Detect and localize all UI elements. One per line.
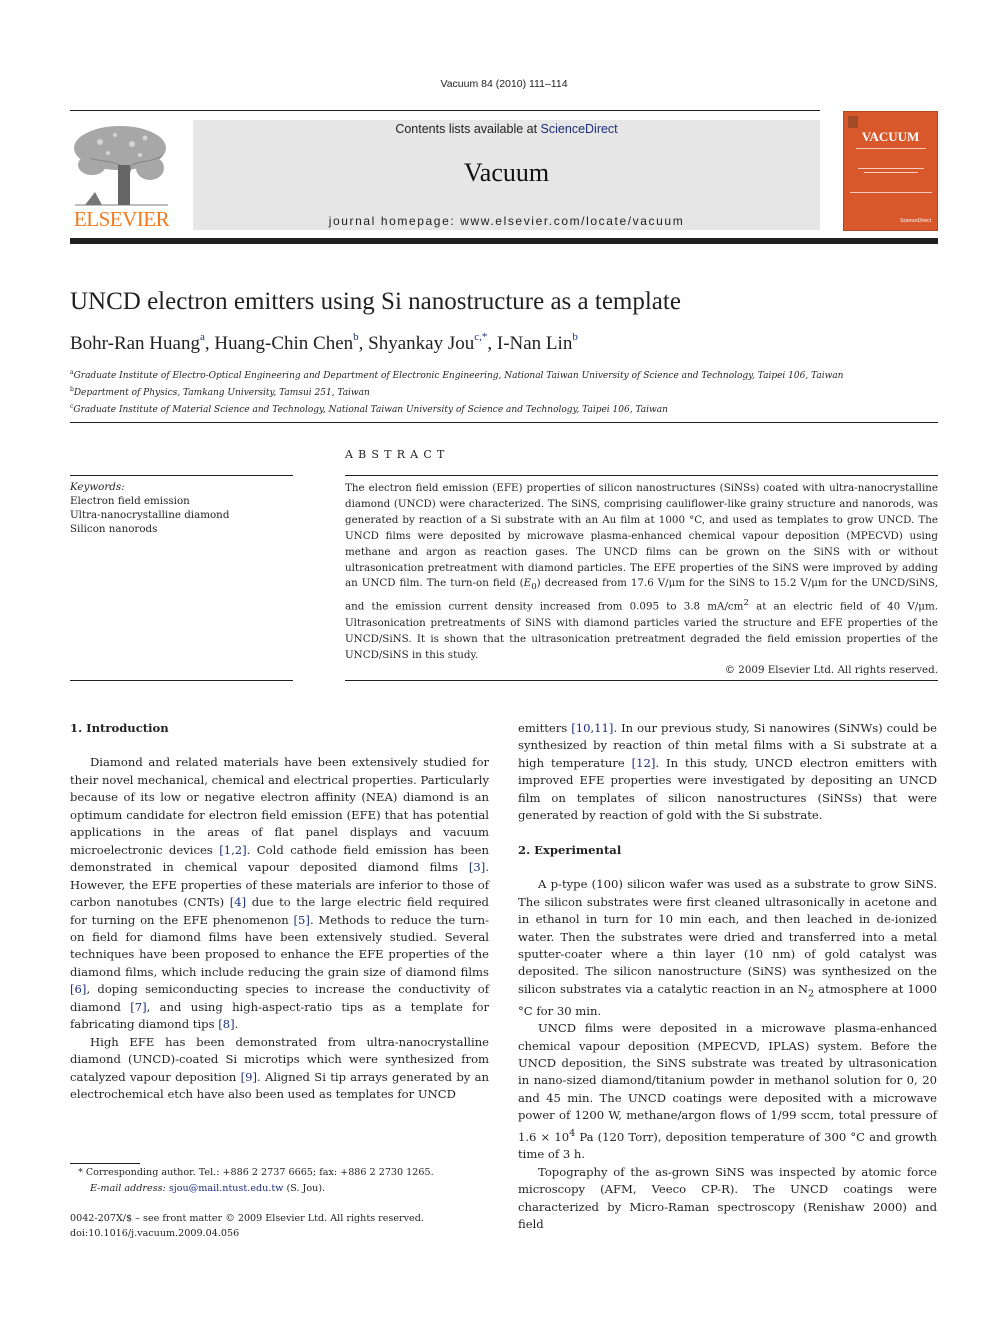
cover-publisher-icon — [848, 116, 858, 128]
article-title: UNCD electron emitters using Si nanostru… — [70, 288, 681, 315]
experimental-paragraph-2: UNCD films were deposited in a microwave… — [518, 1021, 937, 1162]
abstract-copyright: © 2009 Elsevier Ltd. All rights reserved… — [724, 664, 938, 677]
elsevier-wordmark: ELSEVIER — [73, 207, 170, 231]
abstract-body: The electron field emission (EFE) proper… — [345, 481, 938, 679]
keyword: Electron field emission — [70, 495, 190, 507]
email-link[interactable]: sjou@mail.ntust.edu.tw — [169, 1183, 284, 1194]
cover-editors-line — [864, 172, 918, 173]
section-heading-introduction: 1. Introduction — [70, 721, 169, 735]
citation-link[interactable]: [6] — [70, 982, 86, 996]
section-heading-experimental: 2. Experimental — [518, 842, 622, 857]
affiliation: bDepartment of Physics, Tamkang Universi… — [70, 386, 370, 398]
affiliation-marker[interactable]: b — [353, 331, 359, 343]
abstract-heading: ABSTRACT — [345, 448, 450, 461]
affiliations: aGraduate Institute of Electro-Optical E… — [70, 366, 843, 417]
cover-subtitle-line — [856, 148, 926, 149]
intro-paragraph-1: Diamond and related materials have been … — [70, 755, 489, 1032]
affiliation-marker[interactable]: a — [200, 331, 205, 343]
citation-link[interactable]: [7] — [130, 1000, 146, 1014]
cover-editors-line — [858, 168, 924, 169]
header-rule — [70, 110, 820, 111]
journal-cover-thumbnail[interactable]: VACUUM ScienceDirect — [843, 111, 938, 231]
journal-homepage-link[interactable]: journal homepage: www.elsevier.com/locat… — [193, 214, 820, 228]
abstract-text: The electron field emission (EFE) proper… — [345, 482, 938, 661]
citation-link[interactable]: [3] — [469, 860, 485, 874]
tree-icon — [74, 126, 168, 206]
header-divider — [70, 422, 938, 423]
masthead-thick-rule — [70, 238, 938, 244]
affiliation: aGraduate Institute of Electro-Optical E… — [70, 369, 844, 381]
keyword: Silicon nanorods — [70, 523, 158, 535]
intro-paragraph-2-continued: emitters [10,11]. In our previous study,… — [518, 721, 938, 823]
sciencedirect-link[interactable]: ScienceDirect — [541, 122, 618, 136]
contents-prefix: Contents lists available at — [395, 122, 541, 136]
footnote-email-line: E-mail address: sjou@mail.ntust.edu.tw (… — [90, 1183, 326, 1194]
intro-paragraph-2: High EFE has been demonstrated from ultr… — [70, 1034, 490, 1102]
experimental-paragraph-1: A p-type (100) silicon wafer was used as… — [518, 877, 937, 1018]
body-column-left: 1. Introduction Diamond and related mate… — [70, 720, 489, 1104]
body-column-right: emitters [10,11]. In our previous study,… — [518, 720, 937, 1233]
experimental-paragraph-3: Topography of the as-grown SiNS was insp… — [518, 1164, 937, 1231]
abstract-rule-top — [345, 475, 938, 476]
affiliation: cGraduate Institute of Material Science … — [70, 403, 668, 415]
citation-link[interactable]: [12] — [632, 756, 656, 770]
contents-line: Contents lists available at ScienceDirec… — [193, 122, 820, 136]
keywords-label: Keywords: — [70, 481, 125, 493]
citation-link[interactable]: [4] — [230, 895, 246, 909]
front-matter: 0042-207X/$ – see front matter © 2009 El… — [70, 1211, 424, 1241]
elsevier-logo[interactable]: ELSEVIER — [70, 120, 173, 232]
cover-sciencedirect-mark: ScienceDirect — [900, 218, 931, 224]
footnote-contact: * Corresponding author. Tel.: +886 2 273… — [78, 1167, 434, 1178]
keywords-rule-top — [70, 475, 293, 476]
abstract-rule-bottom — [345, 680, 938, 681]
journal-title: Vacuum — [463, 158, 550, 187]
keywords-rule-bottom — [70, 680, 293, 681]
journal-masthead: Contents lists available at ScienceDirec… — [193, 120, 820, 230]
author[interactable]: Bohr-Ran Huanga, — [70, 331, 214, 354]
author[interactable]: Huang-Chin Chenb, — [214, 331, 368, 354]
cover-text-line — [850, 192, 932, 193]
citation-link[interactable]: [9] — [241, 1070, 257, 1084]
citation-link[interactable]: [8] — [218, 1017, 234, 1031]
running-head: Vacuum 84 (2010) 111–114 — [440, 78, 568, 90]
cover-title: VACUUM — [861, 129, 920, 144]
keywords-box: Keywords: Electron field emission Ultra-… — [70, 480, 229, 536]
footnote-rule — [70, 1163, 140, 1164]
affiliation-marker[interactable]: c,* — [474, 331, 487, 343]
author[interactable]: I-Nan Linb — [497, 331, 578, 354]
issn-line: 0042-207X/$ – see front matter © 2009 El… — [70, 1213, 424, 1224]
author-list: Bohr-Ran Huanga, Huang-Chin Chenb, Shyan… — [70, 331, 578, 355]
citation-link[interactable]: [1,2] — [219, 843, 246, 857]
corresponding-author-footnote: * Corresponding author. Tel.: +886 2 273… — [78, 1165, 434, 1197]
citation-link[interactable]: [10,11] — [571, 721, 613, 735]
author[interactable]: Shyankay Jouc,*, — [368, 331, 497, 354]
affiliation-marker[interactable]: b — [572, 331, 578, 343]
doi-link[interactable]: doi:10.1016/j.vacuum.2009.04.056 — [70, 1226, 424, 1241]
keyword: Ultra-nanocrystalline diamond — [70, 509, 230, 521]
citation-link[interactable]: [5] — [294, 913, 310, 927]
